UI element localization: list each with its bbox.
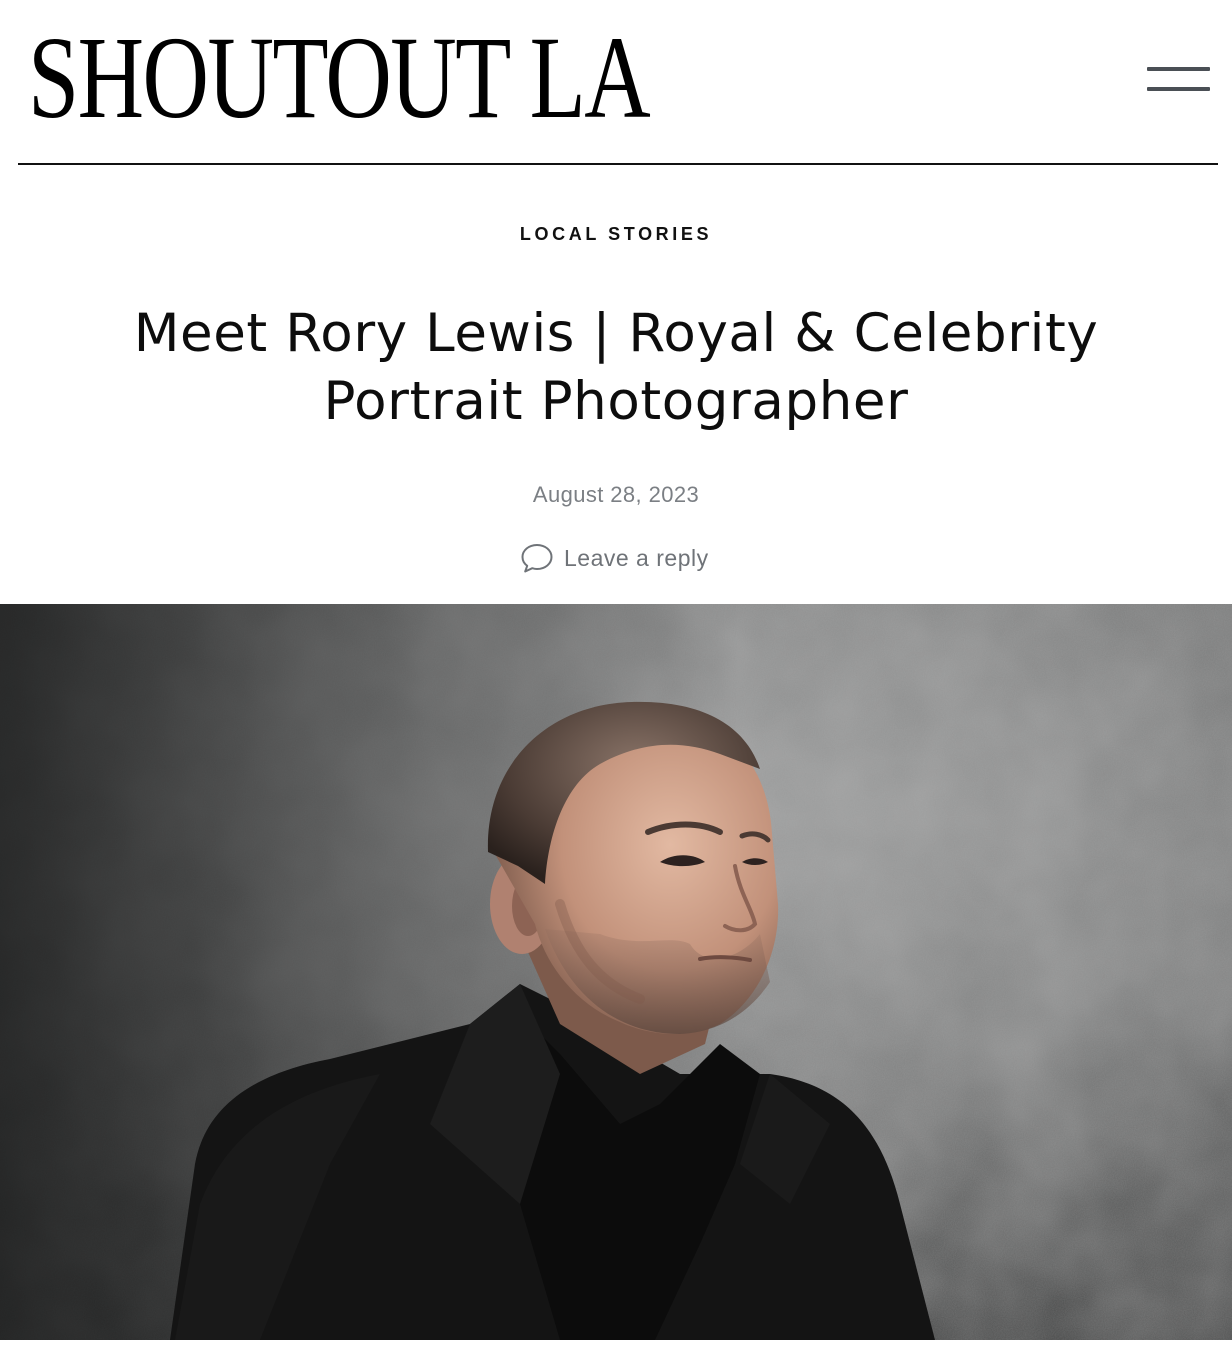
article-title: Meet Rory Lewis | Royal & Celebrity Port… bbox=[133, 303, 1099, 432]
category-link[interactable]: LOCAL STORIES bbox=[0, 224, 1232, 245]
site-logo[interactable]: SHOUTOUT LA bbox=[28, 8, 651, 148]
hero-portrait-image bbox=[0, 604, 1232, 1340]
hamburger-menu-icon bbox=[1147, 67, 1210, 71]
post-date[interactable]: August 28, 2023 bbox=[0, 482, 1232, 508]
leave-reply-link[interactable]: Leave a reply bbox=[520, 540, 709, 576]
hamburger-menu-icon-bar bbox=[1147, 87, 1210, 91]
header-divider bbox=[18, 163, 1218, 165]
hamburger-menu-button[interactable] bbox=[1140, 58, 1216, 104]
leave-reply-label: Leave a reply bbox=[564, 544, 709, 571]
speech-bubble-icon bbox=[520, 542, 554, 574]
site-header: SHOUTOUT LA bbox=[0, 0, 1232, 166]
portrait-photo bbox=[0, 604, 1232, 1340]
